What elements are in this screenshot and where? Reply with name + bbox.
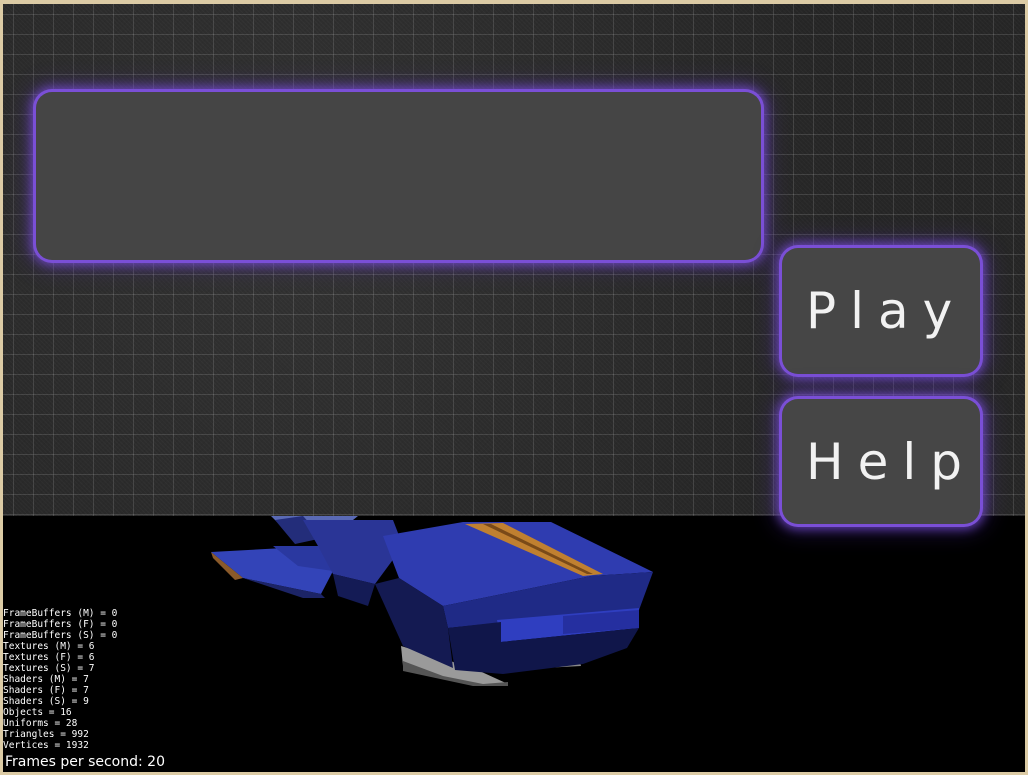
stat-line: FrameBuffers (F) = 0 (3, 619, 118, 630)
stat-line: Textures (F) = 6 (3, 652, 95, 663)
title-panel (36, 92, 761, 260)
stat-line: Shaders (F) = 7 (3, 685, 89, 696)
stat-line: Triangles = 992 (3, 729, 89, 740)
debug-stats-list: FrameBuffers (M) = 0 FrameBuffers (F) = … (3, 608, 117, 751)
stat-line: Textures (M) = 6 (3, 641, 95, 652)
game-viewport[interactable]: Play Help FrameBuffers (M) = 0 FrameBuff… (3, 4, 1025, 772)
stat-line: FrameBuffers (M) = 0 (3, 608, 118, 619)
help-button[interactable]: Help (782, 399, 980, 524)
game-window-frame: Play Help FrameBuffers (M) = 0 FrameBuff… (0, 0, 1028, 775)
fps-counter: Frames per second: 20 (5, 754, 165, 770)
play-button[interactable]: Play (782, 248, 980, 374)
spaceship-model (211, 516, 653, 686)
stat-line: Shaders (M) = 7 (3, 674, 89, 685)
stat-line: Textures (S) = 7 (3, 663, 95, 674)
stat-line: Uniforms = 28 (3, 718, 78, 729)
stat-line: Shaders (S) = 9 (3, 696, 89, 707)
stat-line: FrameBuffers (S) = 0 (3, 630, 118, 641)
stat-line: Objects = 16 (3, 707, 72, 718)
stat-line: Vertices = 1932 (3, 740, 89, 751)
